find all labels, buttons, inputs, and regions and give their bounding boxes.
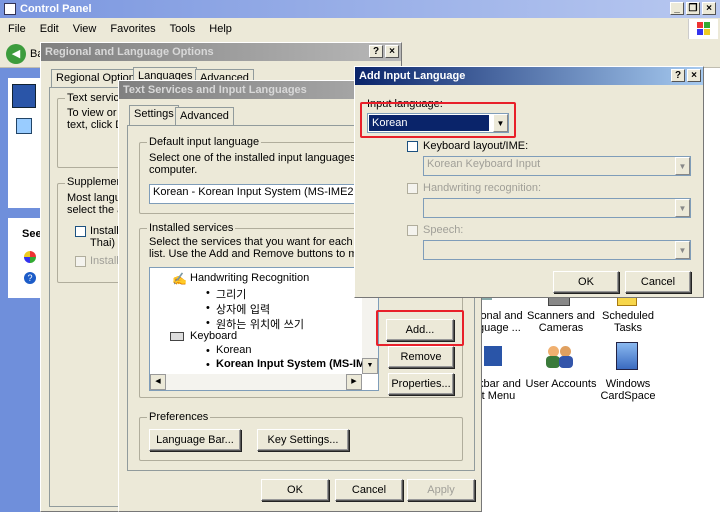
add-button-highlight xyxy=(376,310,464,346)
see-also-label: See xyxy=(22,228,42,240)
tab-advanced-ts[interactable]: Advanced xyxy=(175,107,234,125)
keyboard-layout-value: Korean Keyboard Input xyxy=(427,158,541,170)
menu-view[interactable]: View xyxy=(73,23,97,35)
regional-dialog-titlebar: Regional and Language Options xyxy=(41,43,401,61)
restore-button[interactable]: ❐ xyxy=(686,2,700,15)
speech-select[interactable] xyxy=(423,240,691,260)
add-input-title: Add Input Language xyxy=(359,70,466,82)
windows-logo-icon xyxy=(688,19,718,39)
tree-horizontal-scrollbar[interactable]: ◀ ▶ xyxy=(150,374,362,390)
add-input-close-button[interactable]: × xyxy=(687,69,701,82)
regional-dialog-title: Regional and Language Options xyxy=(45,46,214,58)
windows-cardspace-icon[interactable] xyxy=(616,342,638,370)
menu-file[interactable]: File xyxy=(8,23,26,35)
control-panel-icon-large xyxy=(12,84,36,108)
text-services-desc: To view or c text, click D xyxy=(67,107,125,131)
add-input-titlebar: Add Input Language xyxy=(355,67,703,85)
tree-handwriting[interactable]: Handwriting Recognition xyxy=(190,272,309,284)
handwriting-select[interactable] xyxy=(423,198,691,218)
installed-services-group-label: Installed services xyxy=(147,222,236,234)
back-arrow-icon[interactable]: ◀ xyxy=(6,44,26,64)
input-language-highlight xyxy=(360,102,516,138)
menu-bar: File Edit View Favorites Tools Help xyxy=(0,18,720,40)
ts-ok-button[interactable]: OK xyxy=(261,479,329,501)
properties-button[interactable]: Properties... xyxy=(388,373,454,395)
user-accounts-label[interactable]: User Accounts xyxy=(524,378,598,390)
menu-tools[interactable]: Tools xyxy=(170,23,196,35)
taskbar-start-menu-icon[interactable] xyxy=(484,346,502,366)
speech-dropdown-icon[interactable]: ▼ xyxy=(675,241,690,259)
keyboard-layout-select[interactable]: Korean Keyboard Input xyxy=(423,156,691,176)
tree-kb-korean-ime[interactable]: Korean Input System (MS-IME2 xyxy=(216,358,378,370)
install-east-asian-checkbox[interactable] xyxy=(75,256,86,267)
tree-keyboard[interactable]: Keyboard xyxy=(190,330,237,342)
tree-hw-item-1[interactable]: 그리기 xyxy=(216,286,246,302)
control-panel-titlebar: Control Panel xyxy=(0,0,720,18)
keyboard-layout-checkbox[interactable] xyxy=(407,141,418,152)
speech-checkbox[interactable] xyxy=(407,225,418,236)
close-button[interactable]: × xyxy=(702,2,716,15)
add-input-cancel-button[interactable]: Cancel xyxy=(625,271,691,293)
handwriting-icon: ✍ xyxy=(172,272,187,286)
keyboard-layout-label: Keyboard layout/IME: xyxy=(423,140,529,152)
key-settings-button[interactable]: Key Settings... xyxy=(257,429,349,451)
keyboard-icon xyxy=(170,332,184,341)
preferences-group-label: Preferences xyxy=(147,411,211,423)
scheduled-tasks-label[interactable]: Scheduled Tasks xyxy=(598,310,658,334)
control-panel-icon xyxy=(4,3,16,15)
menu-edit[interactable]: Edit xyxy=(40,23,59,35)
remove-button[interactable]: Remove xyxy=(388,346,454,368)
handwriting-dropdown-icon[interactable]: ▼ xyxy=(675,199,690,217)
default-input-group-label: Default input language xyxy=(147,136,262,148)
minimize-button[interactable]: _ xyxy=(670,2,684,15)
handwriting-label: Handwriting recognition: xyxy=(423,182,542,194)
menu-help[interactable]: Help xyxy=(209,23,232,35)
add-input-dialog: Add Input Language ? × Input language: K… xyxy=(354,66,704,298)
text-services-title: Text Services and Input Languages xyxy=(123,84,307,96)
keyboard-layout-dropdown-icon[interactable]: ▼ xyxy=(675,157,690,175)
switch-view-icon[interactable] xyxy=(16,118,32,134)
language-bar-button[interactable]: Language Bar... xyxy=(149,429,241,451)
help-icon[interactable]: ? xyxy=(24,272,36,284)
install-complex-checkbox[interactable] xyxy=(75,226,86,237)
taskbar-start-menu-label[interactable]: kbar and rt Menu xyxy=(478,378,524,402)
menu-favorites[interactable]: Favorites xyxy=(110,23,155,35)
installed-services-tree[interactable]: ✍ Handwriting Recognition • 그리기 • 상자에 입력… xyxy=(149,267,379,391)
ts-apply-button[interactable]: Apply xyxy=(407,479,475,501)
tab-settings[interactable]: Settings xyxy=(129,105,179,125)
control-panel-title: Control Panel xyxy=(20,3,92,15)
default-input-desc: Select one of the installed input langua… xyxy=(149,152,383,176)
add-input-help-button[interactable]: ? xyxy=(671,69,685,82)
installed-services-desc: Select the services that you want for ea… xyxy=(149,236,381,260)
tree-kb-korean[interactable]: Korean xyxy=(216,344,251,356)
default-input-select[interactable]: Korean - Korean Input System (MS-IME2002… xyxy=(149,184,367,204)
tree-hw-item-2[interactable]: 상자에 입력 xyxy=(216,301,270,317)
windows-cardspace-label[interactable]: Windows CardSpace xyxy=(598,378,658,402)
scanners-cameras-label[interactable]: Scanners and Cameras xyxy=(526,310,596,334)
default-input-value: Korean - Korean Input System (MS-IME2002… xyxy=(153,186,367,198)
regional-help-button[interactable]: ? xyxy=(369,45,383,58)
windows-update-icon[interactable] xyxy=(24,251,36,263)
speech-label: Speech: xyxy=(423,224,464,236)
regional-close-button[interactable]: × xyxy=(385,45,399,58)
left-pane: See ? xyxy=(0,68,42,512)
regional-language-label[interactable]: ional and guage ... xyxy=(478,310,524,334)
handwriting-checkbox[interactable] xyxy=(407,183,418,194)
add-input-ok-button[interactable]: OK xyxy=(553,271,619,293)
ts-cancel-button[interactable]: Cancel xyxy=(335,479,403,501)
user-accounts-icon[interactable] xyxy=(546,344,574,368)
